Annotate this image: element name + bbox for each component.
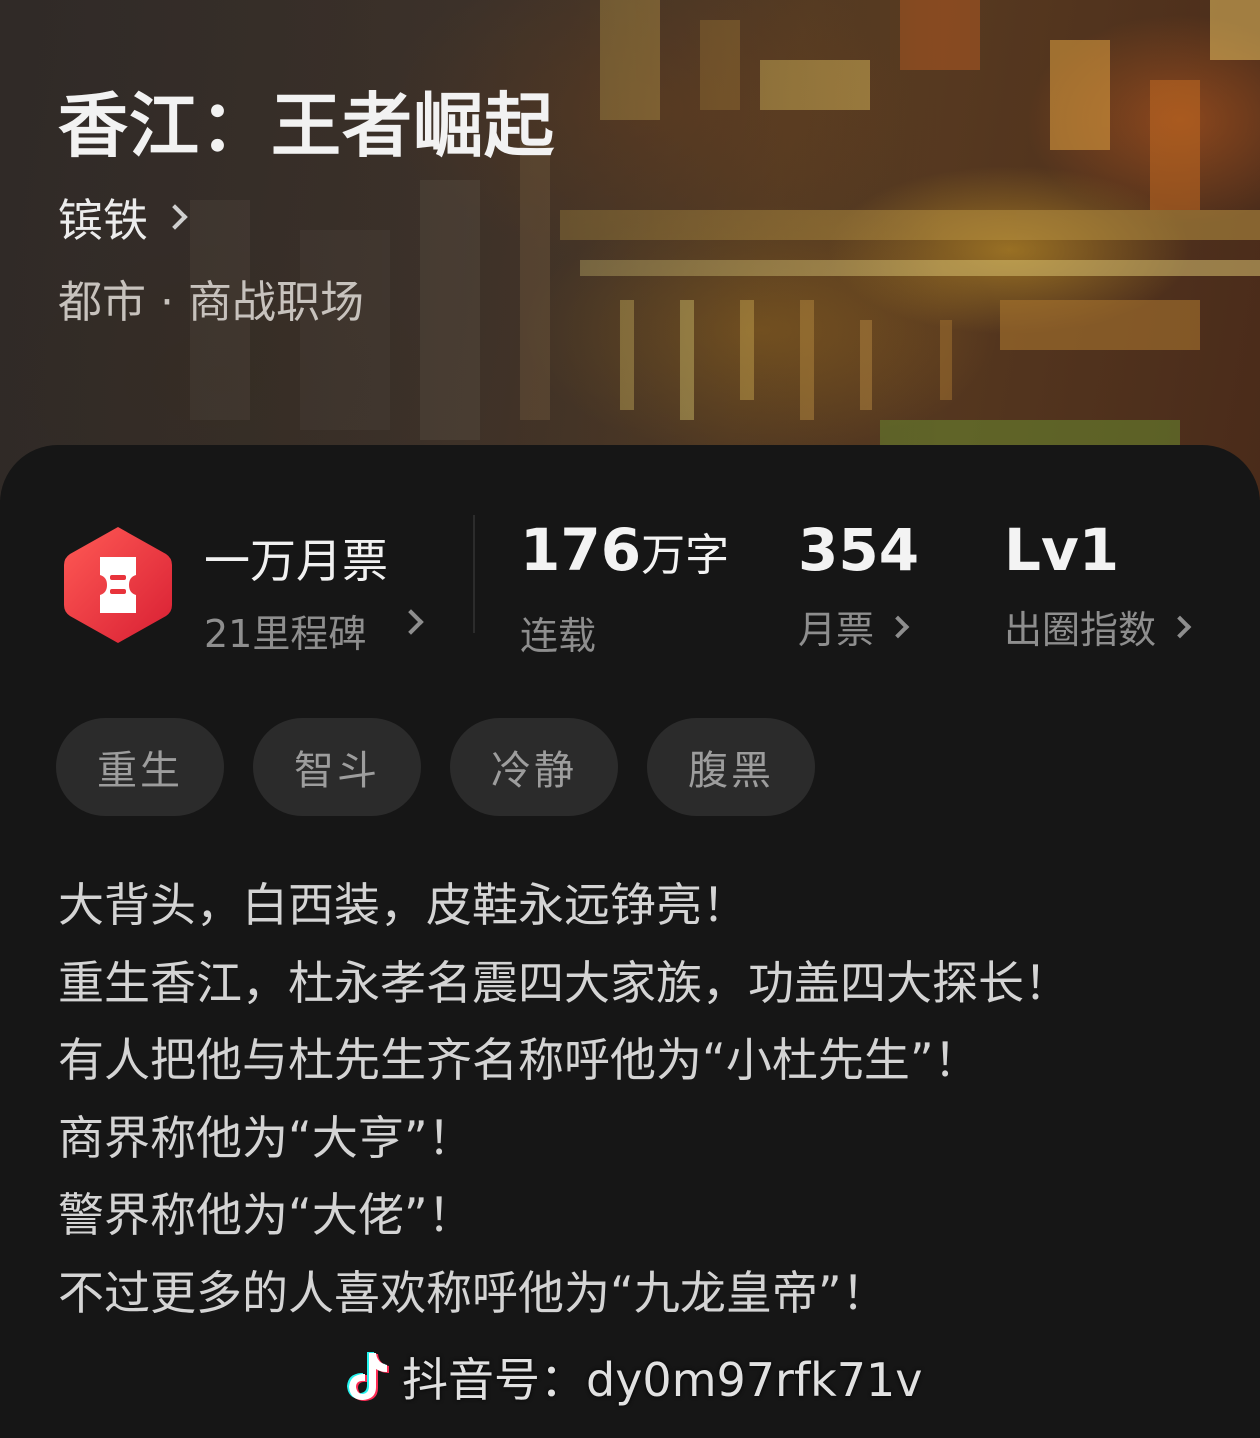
cover-background: 香江：王者崛起 镔铁 都市 · 商战职场	[0, 0, 1260, 500]
synopsis-line: 大背头，白西装，皮鞋永远铮亮！	[58, 878, 748, 932]
popularity-index-label: 出圈指数	[1004, 608, 1157, 652]
tag-chip[interactable]: 智斗	[253, 718, 421, 816]
chevron-right-icon	[398, 609, 424, 635]
monthly-ticket-value: 354	[798, 516, 920, 584]
synopsis-line: 重生香江，杜永孝名震四大家族，功盖四大探长！	[58, 955, 1070, 1010]
watermark: 抖音号：dy0m97rfk71v	[342, 1344, 923, 1410]
ticket-badge-icon	[64, 527, 172, 643]
tag-chip[interactable]: 腹黑	[647, 718, 815, 816]
popularity-level-value: Lv1	[1004, 516, 1120, 584]
stats-divider	[473, 515, 475, 633]
synopsis-line: 有人把他与杜先生齐名称呼他为“小杜先生”！	[58, 1033, 980, 1087]
tag-chip[interactable]: 冷静	[450, 718, 618, 816]
genre-label: 都市 · 商战职场	[58, 277, 364, 328]
synopsis-line: 商界称他为“大亨”！	[58, 1110, 474, 1165]
tag-list: 重生 智斗 冷静 腹黑	[56, 718, 815, 816]
book-title: 香江：王者崛起	[58, 84, 555, 167]
stats-row: 一万月票 21里程碑 176万字 连载 354 月票 Lv1 出圈指数	[0, 515, 1260, 658]
book-info-card: 一万月票 21里程碑 176万字 连载 354 月票 Lv1 出圈指数 重生 智…	[0, 445, 1260, 1438]
word-count-unit: 万字	[641, 530, 730, 581]
word-count-value: 176	[520, 516, 642, 584]
author-link[interactable]: 镔铁	[58, 184, 188, 249]
serial-status-label: 连载	[520, 614, 597, 658]
word-count-stat: 176万字 连载	[520, 515, 729, 660]
author-name: 镔铁	[58, 194, 149, 247]
monthly-ticket-milestone[interactable]: 一万月票 21里程碑	[204, 525, 388, 658]
milestone-subtitle: 21里程碑	[204, 612, 367, 656]
chevron-right-icon	[162, 203, 188, 230]
synopsis-line: 不过更多的人喜欢称呼他为“九龙皇帝”！	[58, 1265, 888, 1320]
watermark-text: 抖音号：dy0m97rfk71v	[402, 1353, 923, 1407]
tag-chip[interactable]: 重生	[56, 718, 224, 816]
monthly-ticket-label: 月票	[798, 608, 875, 652]
milestone-title: 一万月票	[204, 534, 388, 588]
chevron-right-icon	[1168, 615, 1192, 638]
synopsis: 大背头，白西装，皮鞋永远铮亮！ 重生香江，杜永孝名震四大家族，功盖四大探长！ 有…	[58, 867, 1178, 1332]
popularity-index-stat[interactable]: Lv1 出圈指数	[1004, 515, 1192, 654]
chevron-right-icon	[886, 615, 910, 638]
monthly-ticket-stat[interactable]: 354 月票	[798, 515, 919, 654]
tiktok-logo-icon	[347, 1352, 389, 1401]
synopsis-line: 警界称他为“大佬”！	[58, 1188, 474, 1242]
